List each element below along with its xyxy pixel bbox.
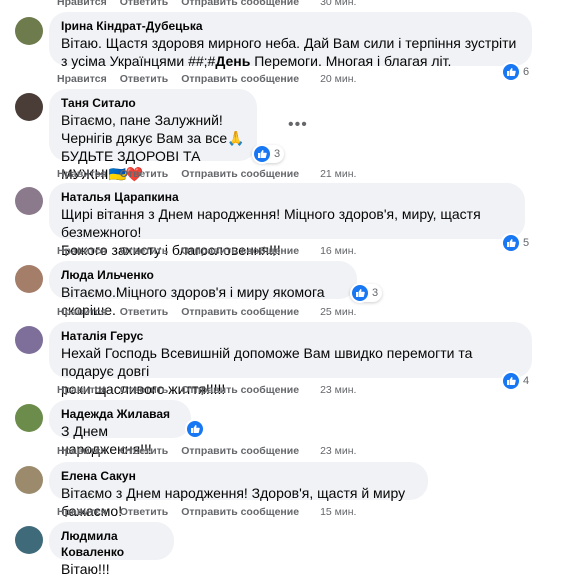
- avatar[interactable]: [15, 187, 43, 215]
- send-message-button[interactable]: Отправить сообщение: [181, 0, 299, 8]
- commenter-name[interactable]: Таня Ситало: [61, 95, 245, 111]
- like-button[interactable]: Нравится: [57, 73, 107, 85]
- like-button[interactable]: Нравится: [57, 506, 107, 518]
- like-icon: [254, 146, 270, 162]
- commenter-name[interactable]: Ірина Кіндрат-Дубецька: [61, 18, 520, 34]
- comment-actions: Нравится Ответить Отправить сообщение 21…: [57, 168, 369, 180]
- commenter-name[interactable]: Елена Сакун: [61, 468, 416, 484]
- like-icon: [187, 421, 203, 437]
- timestamp: 30 мин.: [320, 0, 357, 8]
- timestamp: 15 мин.: [320, 506, 357, 518]
- comment-bubble: Елена Сакун Вітаємо з Днем народження! З…: [49, 462, 428, 519]
- reaction-count[interactable]: 5: [503, 235, 529, 251]
- comment-bubble: Надежда Жилавая З Днем народження!!!: [49, 400, 191, 457]
- send-message-button[interactable]: Отправить сообщение: [181, 384, 299, 396]
- send-message-button[interactable]: Отправить сообщение: [181, 445, 299, 457]
- timestamp: 23 мин.: [320, 445, 357, 457]
- comment-bubble: Наталья Царапкина Щирі вітання з Днем на…: [49, 183, 525, 258]
- top-actions: Нравится Ответить Отправить сообщение 30…: [57, 0, 369, 8]
- comment-actions: Нравится Ответить Отправить сообщение 15…: [57, 506, 369, 518]
- avatar[interactable]: [15, 17, 43, 45]
- comment-bubble: Наталія Герус Нехай Господь Всевишній до…: [49, 322, 532, 397]
- comment-actions: Нравится Ответить Отправить сообщение 23…: [57, 445, 369, 457]
- reply-button[interactable]: Ответить: [120, 0, 169, 8]
- comment-bubble: Ірина Кіндрат-Дубецька Вітаю. Щастя здор…: [49, 12, 532, 69]
- reaction-count[interactable]: 3: [350, 284, 383, 302]
- reaction-count[interactable]: 3: [252, 145, 285, 163]
- like-icon: [503, 64, 519, 80]
- comment-actions: Нравится Ответить Отправить сообщение 16…: [57, 245, 369, 257]
- avatar[interactable]: [15, 466, 43, 494]
- reply-button[interactable]: Ответить: [120, 306, 169, 318]
- reaction-icon[interactable]: [187, 421, 207, 437]
- comment-text: Вітаю. Щастя здоровя мирного неба. Дай В…: [61, 35, 517, 69]
- like-button[interactable]: Нравится: [57, 384, 107, 396]
- like-button[interactable]: Нравится: [57, 0, 107, 8]
- like-button[interactable]: Нравится: [57, 168, 107, 180]
- comment-bubble: Таня Ситало Вітаємо, пане Залужний! Черн…: [49, 89, 257, 182]
- send-message-button[interactable]: Отправить сообщение: [181, 245, 299, 257]
- like-button[interactable]: Нравится: [57, 245, 107, 257]
- reply-button[interactable]: Ответить: [120, 168, 169, 180]
- commenter-name[interactable]: Надежда Жилавая: [61, 406, 179, 422]
- avatar[interactable]: [15, 404, 43, 432]
- like-button[interactable]: Нравится: [57, 445, 107, 457]
- reaction-count[interactable]: 6: [503, 64, 529, 80]
- more-options-icon[interactable]: •••: [288, 116, 308, 134]
- timestamp: 23 мин.: [320, 384, 357, 396]
- avatar[interactable]: [15, 93, 43, 121]
- comment-text: Вітаю!!!: [61, 561, 110, 577]
- like-button[interactable]: Нравится: [57, 306, 107, 318]
- send-message-button[interactable]: Отправить сообщение: [181, 168, 299, 180]
- timestamp: 25 мин.: [320, 306, 357, 318]
- reply-button[interactable]: Ответить: [120, 73, 169, 85]
- reply-button[interactable]: Ответить: [120, 445, 169, 457]
- commenter-name[interactable]: Людмила Коваленко: [61, 528, 162, 560]
- avatar[interactable]: [15, 326, 43, 354]
- reply-button[interactable]: Ответить: [120, 384, 169, 396]
- reaction-count[interactable]: 4: [503, 373, 529, 389]
- like-icon: [352, 285, 368, 301]
- comment-actions: Нравится Ответить Отправить сообщение 23…: [57, 384, 369, 396]
- commenter-name[interactable]: Люда Ильченко: [61, 267, 345, 283]
- send-message-button[interactable]: Отправить сообщение: [181, 506, 299, 518]
- comment-actions: Нравится Ответить Отправить сообщение 25…: [57, 306, 369, 318]
- commenter-name[interactable]: Наталія Герус: [61, 328, 520, 344]
- timestamp: 20 мин.: [320, 73, 357, 85]
- comment-bubble: Люда Ильченко Вітаємо.Міцного здоров'я і…: [49, 261, 357, 318]
- like-icon: [503, 373, 519, 389]
- reply-button[interactable]: Ответить: [120, 506, 169, 518]
- avatar[interactable]: [15, 265, 43, 293]
- timestamp: 21 мин.: [320, 168, 357, 180]
- comment-bubble: Людмила Коваленко Вітаю!!!: [49, 522, 174, 577]
- avatar[interactable]: [15, 526, 43, 554]
- send-message-button[interactable]: Отправить сообщение: [181, 73, 299, 85]
- send-message-button[interactable]: Отправить сообщение: [181, 306, 299, 318]
- commenter-name[interactable]: Наталья Царапкина: [61, 189, 513, 205]
- like-icon: [503, 235, 519, 251]
- timestamp: 16 мин.: [320, 245, 357, 257]
- comment-actions: Нравится Ответить Отправить сообщение 20…: [57, 73, 369, 85]
- reply-button[interactable]: Ответить: [120, 245, 169, 257]
